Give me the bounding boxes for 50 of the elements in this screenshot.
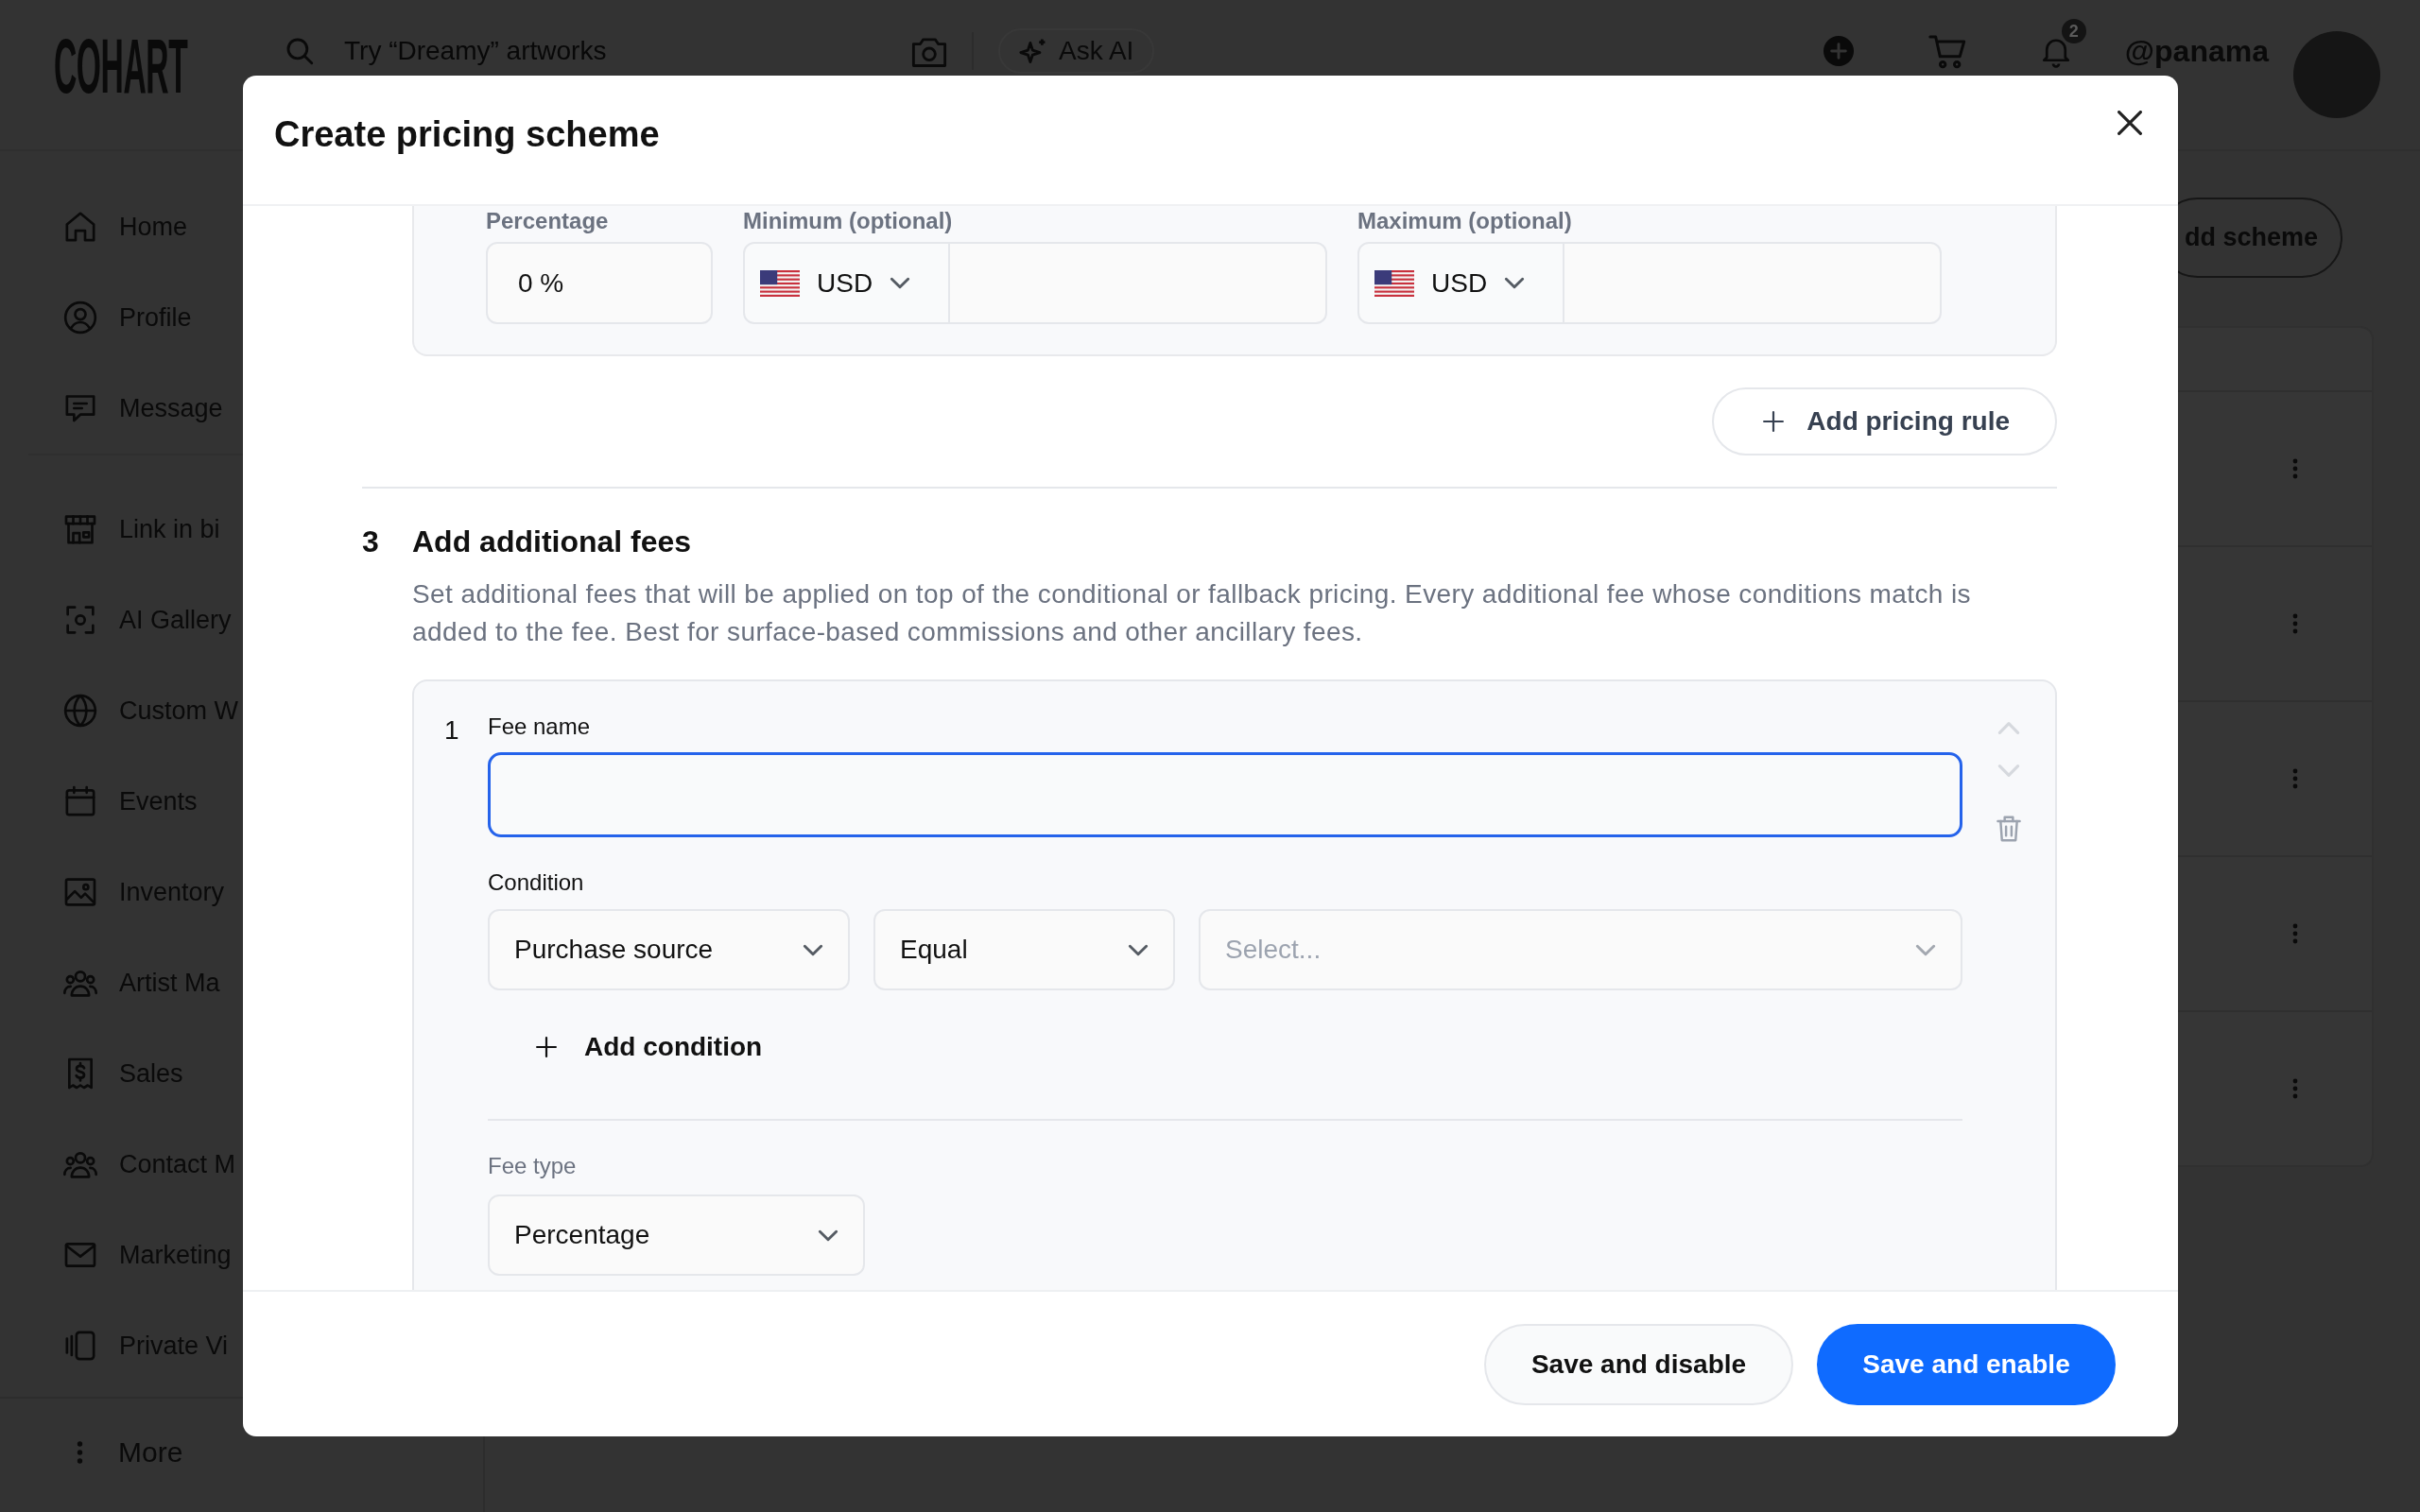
- currency-select[interactable]: USD: [743, 242, 950, 324]
- currency-select[interactable]: USD: [1357, 242, 1564, 324]
- flag-icon: [1374, 269, 1414, 297]
- chevron-down-icon: [890, 277, 911, 289]
- percentage-field[interactable]: 0 %: [486, 242, 713, 324]
- field-label: Percentage: [486, 208, 610, 234]
- section-description: Set additional fees that will be applied on top of the conditional or fallback pricing. Every additional fee whose conditions match is added to the fee. Best for surface-based commissions and other ancillary fees.: [412, 578, 1972, 648]
- add-condition-button[interactable]: Add condition: [536, 1024, 763, 1070]
- field-label: Maximum (optional): [1357, 208, 1573, 234]
- step-number: 3: [362, 524, 380, 560]
- close-icon: [2118, 111, 2142, 135]
- value-select[interactable]: Select...: [1199, 909, 1962, 990]
- flag-icon: [760, 269, 800, 297]
- kebab-menu-icon[interactable]: [2291, 766, 2299, 791]
- kebab-menu-icon[interactable]: [2291, 921, 2299, 946]
- chevron-down-icon: [1504, 277, 1526, 289]
- field-label: Condition: [488, 869, 584, 896]
- field-label: Minimum (optional): [743, 208, 954, 234]
- plus-icon: [536, 1037, 557, 1057]
- add-pricing-rule-button[interactable]: Add pricing rule: [1712, 387, 2057, 455]
- primary-save-button[interactable]: Save and enable: [1817, 1323, 2116, 1405]
- chevron-down-icon: [1915, 943, 1936, 956]
- condition-field-select[interactable]: Purchase source: [488, 909, 850, 990]
- field-label: Fee name: [488, 713, 591, 740]
- trash-icon: [1996, 816, 2021, 842]
- plus-icon: [1763, 411, 1785, 432]
- notification-badge: 2: [2061, 19, 2086, 43]
- section-title: Add additional fees: [412, 524, 692, 560]
- field-label: Fee type: [488, 1153, 577, 1179]
- fee-type-select[interactable]: Percentage: [488, 1194, 865, 1276]
- kebab-menu-icon: [76, 1439, 84, 1466]
- chevron-down-icon: [818, 1228, 838, 1242]
- dialog-title: Create pricing scheme: [274, 113, 660, 156]
- chevron-down-icon: [1997, 764, 2020, 778]
- plus-circle-icon[interactable]: [1823, 36, 1854, 66]
- fee-number: 1: [444, 715, 460, 746]
- chevron-down-icon: [803, 943, 823, 956]
- delete-button[interactable]: [1996, 816, 2021, 842]
- secondary-save-button[interactable]: Save and disable: [1484, 1323, 1793, 1405]
- kebab-menu-icon[interactable]: [2291, 1076, 2299, 1101]
- kebab-menu-icon[interactable]: [2291, 456, 2299, 481]
- chevron-down-icon: [1128, 943, 1149, 956]
- sparkle-icon: [1019, 38, 1047, 64]
- close-button[interactable]: [2118, 111, 2142, 135]
- kebab-menu-icon[interactable]: [2291, 611, 2299, 636]
- fee-name-field[interactable]: [488, 752, 1962, 837]
- chevron-up-icon: [1997, 721, 2020, 735]
- operator-select[interactable]: Equal: [873, 909, 1175, 990]
- globe-icon: [61, 692, 99, 730]
- user-circle-icon: [61, 299, 99, 336]
